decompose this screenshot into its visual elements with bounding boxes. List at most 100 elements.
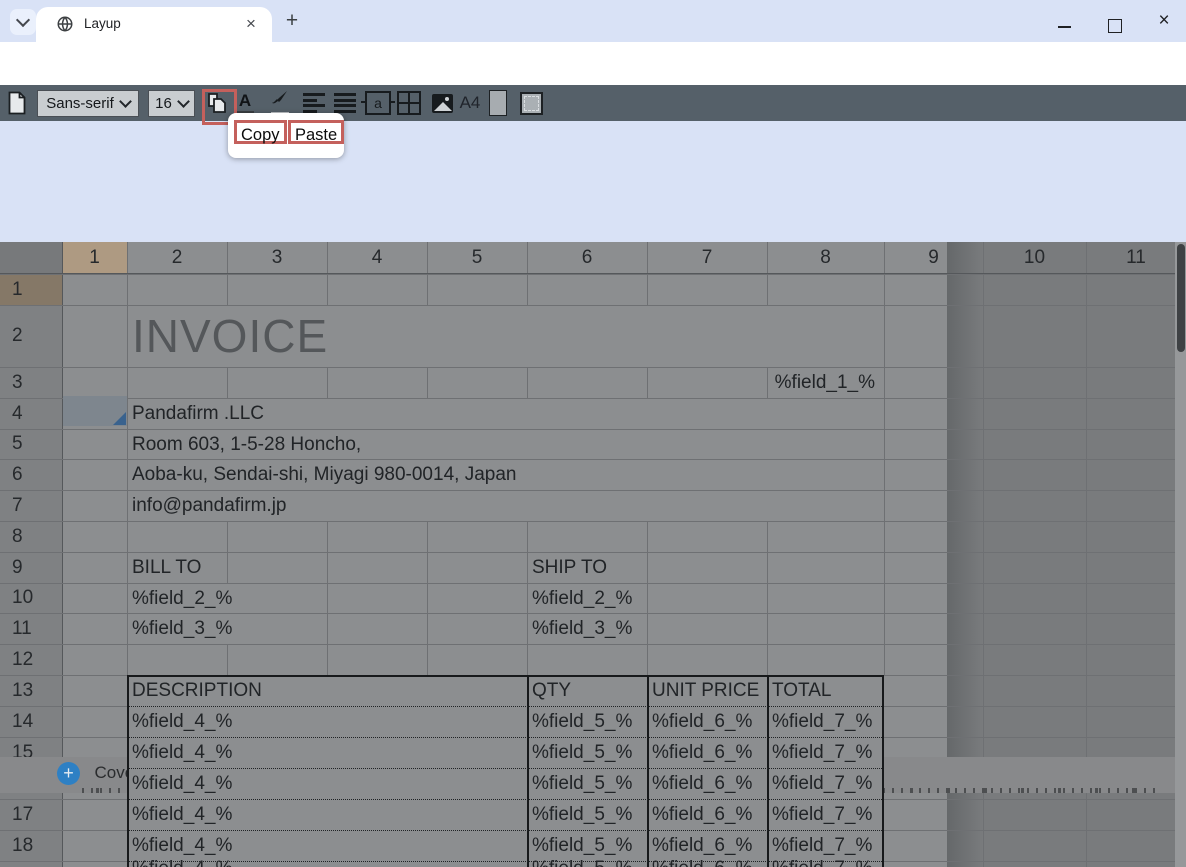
- column-header[interactable]: 9: [884, 242, 983, 273]
- cell[interactable]: %field_4_%: [132, 853, 218, 867]
- tab-search-button[interactable]: [10, 9, 36, 35]
- cell[interactable]: %field_4_%: [132, 768, 218, 799]
- grid-line-vertical: [427, 274, 428, 305]
- grid-line-vertical: [127, 305, 128, 367]
- page-margins-button[interactable]: [518, 85, 544, 121]
- cell[interactable]: Pandafirm .LLC: [132, 398, 218, 429]
- cell[interactable]: %field_5_%: [532, 768, 638, 799]
- cell[interactable]: %field_7_%: [772, 706, 875, 737]
- cell[interactable]: info@pandafirm.jp: [132, 490, 218, 521]
- row-header[interactable]: 17: [0, 799, 62, 830]
- row-header[interactable]: 3: [0, 367, 62, 398]
- browser-tab[interactable]: Layup ×: [36, 7, 272, 42]
- tab-close-icon[interactable]: ×: [240, 13, 262, 35]
- column-header[interactable]: 5: [427, 242, 527, 273]
- cell[interactable]: Room 603, 1-5-28 Honcho,: [132, 429, 218, 459]
- cell[interactable]: %field_7_%: [772, 768, 875, 799]
- cell[interactable]: %field_6_%: [652, 768, 758, 799]
- text-field-button[interactable]: a: [364, 85, 392, 121]
- cell[interactable]: SHIP TO: [532, 552, 638, 583]
- column-header[interactable]: 7: [647, 242, 767, 273]
- grid-line-horizontal: [0, 644, 1186, 645]
- row-header[interactable]: 8: [0, 521, 62, 552]
- cell[interactable]: %field_4_%: [132, 799, 218, 830]
- cell[interactable]: %field_2_%: [532, 583, 638, 613]
- cell[interactable]: %field_3_%: [132, 613, 218, 644]
- column-header[interactable]: 11: [1086, 242, 1186, 273]
- cell[interactable]: Aoba-ku, Sendai-shi, Miyagi 980-0014, Ja…: [132, 459, 218, 490]
- sheet-corner[interactable]: [0, 242, 62, 273]
- new-page-button[interactable]: [4, 85, 30, 121]
- cell[interactable]: DESCRIPTION: [132, 675, 218, 706]
- table-row-divider: [129, 830, 882, 831]
- vertical-scrollbar-thumb[interactable]: [1177, 244, 1185, 352]
- grid-line-vertical: [1086, 706, 1087, 737]
- window-maximize-button[interactable]: [1108, 19, 1122, 33]
- row-header[interactable]: 12: [0, 644, 62, 675]
- cell[interactable]: %field_1_%: [772, 367, 875, 398]
- borders-button[interactable]: [396, 85, 422, 121]
- row-header[interactable]: 7: [0, 490, 62, 521]
- grid-line-vertical: [327, 583, 328, 613]
- cell[interactable]: %field_4_%: [132, 737, 218, 768]
- cell[interactable]: %field_5_%: [532, 737, 638, 768]
- font-size-select[interactable]: 16: [148, 90, 195, 117]
- page-orientation-button[interactable]: [487, 85, 509, 121]
- cell[interactable]: QTY: [532, 675, 638, 706]
- cell[interactable]: BILL TO: [132, 552, 218, 583]
- row-header[interactable]: 6: [0, 459, 62, 490]
- row-header[interactable]: 9: [0, 552, 62, 583]
- column-header[interactable]: 10: [983, 242, 1086, 273]
- column-header[interactable]: 4: [327, 242, 427, 273]
- cell[interactable]: UNIT PRICE: [652, 675, 758, 706]
- table-row-divider: [129, 737, 882, 738]
- cell[interactable]: %field_5_%: [532, 706, 638, 737]
- vertical-scrollbar[interactable]: [1175, 242, 1186, 867]
- column-header[interactable]: 8: [767, 242, 884, 273]
- font-family-value: Sans-serif: [46, 95, 114, 112]
- selected-cell[interactable]: [63, 396, 127, 426]
- cell[interactable]: %field_7_%: [772, 799, 875, 830]
- grid-line-vertical: [884, 459, 885, 490]
- row-header[interactable]: 18: [0, 830, 62, 861]
- new-tab-button[interactable]: +: [280, 10, 304, 34]
- insert-image-button[interactable]: [429, 85, 455, 121]
- cell[interactable]: TOTAL: [772, 675, 875, 706]
- row-header[interactable]: 13: [0, 675, 62, 706]
- cell[interactable]: %field_7_%: [772, 853, 875, 867]
- cell[interactable]: %field_6_%: [652, 799, 758, 830]
- grid-line-vertical: [127, 521, 128, 552]
- row-header[interactable]: 14: [0, 706, 62, 737]
- grid-line-vertical: [983, 675, 984, 706]
- grid-line-vertical: [767, 552, 768, 583]
- column-header[interactable]: 3: [227, 242, 327, 273]
- cell[interactable]: %field_6_%: [652, 853, 758, 867]
- cell[interactable]: %field_6_%: [652, 737, 758, 768]
- column-header[interactable]: 6: [527, 242, 647, 273]
- cell[interactable]: %field_5_%: [532, 853, 638, 867]
- cell[interactable]: %field_2_%: [132, 583, 218, 613]
- cell[interactable]: %field_5_%: [532, 799, 638, 830]
- cell[interactable]: %field_6_%: [652, 706, 758, 737]
- row-header[interactable]: 2: [0, 305, 62, 367]
- row-header[interactable]: 1: [0, 274, 62, 305]
- add-sheet-button[interactable]: +: [57, 762, 80, 785]
- row-header[interactable]: 11: [0, 613, 62, 644]
- cell[interactable]: INVOICE: [132, 305, 218, 367]
- column-header[interactable]: 1: [62, 242, 127, 273]
- paste-popup-button[interactable]: Paste: [288, 120, 344, 144]
- copy-popup-button[interactable]: Copy: [234, 120, 287, 144]
- grid-line-vertical: [327, 521, 328, 552]
- window-close-button[interactable]: ×: [1152, 8, 1176, 34]
- cell[interactable]: %field_4_%: [132, 706, 218, 737]
- row-header[interactable]: 4: [0, 398, 62, 429]
- grid-line-vertical: [647, 644, 648, 675]
- row-header[interactable]: 10: [0, 583, 62, 613]
- row-header[interactable]: 5: [0, 429, 62, 459]
- cell[interactable]: %field_7_%: [772, 737, 875, 768]
- font-family-select[interactable]: Sans-serif: [37, 90, 139, 117]
- window-minimize-button[interactable]: [1058, 26, 1071, 28]
- cell[interactable]: %field_3_%: [532, 613, 638, 644]
- column-header[interactable]: 2: [127, 242, 227, 273]
- grid-line-vertical: [647, 521, 648, 552]
